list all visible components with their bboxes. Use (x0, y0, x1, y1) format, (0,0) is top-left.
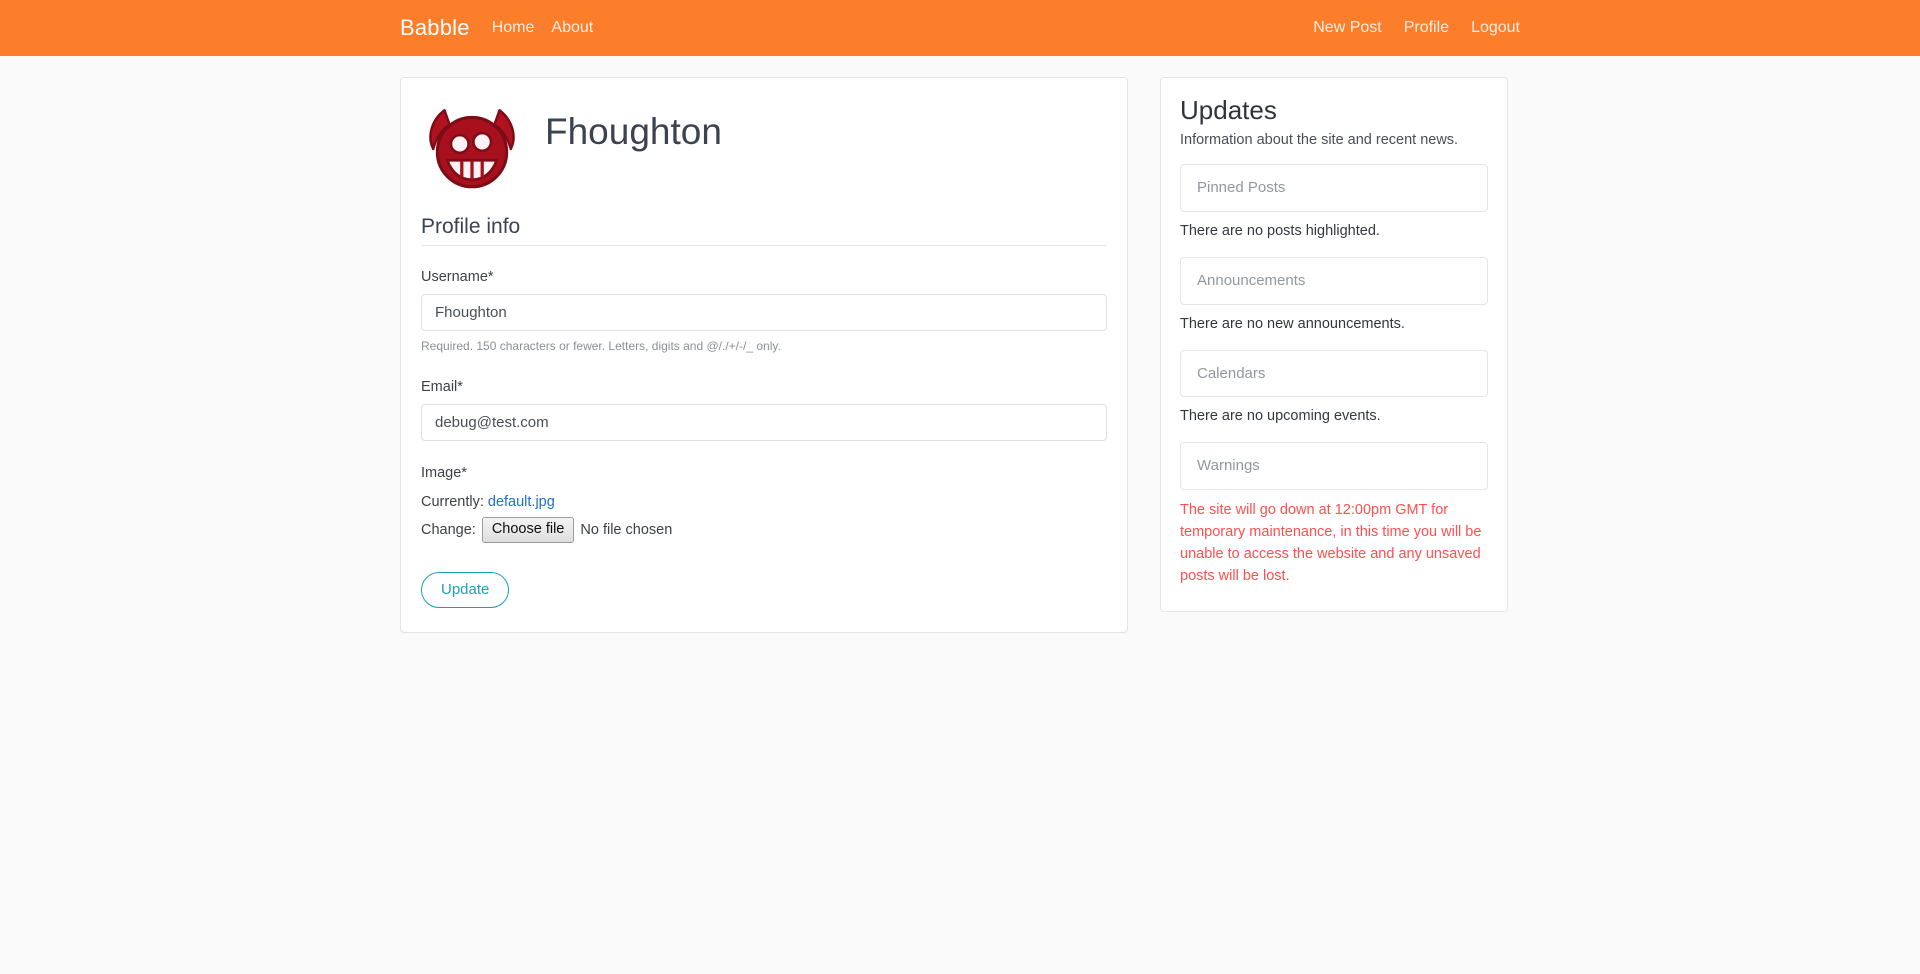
profile-card: Fhoughton Profile info Username* Require… (400, 77, 1128, 634)
image-label: Image* (421, 464, 467, 481)
updates-subtitle: Information about the site and recent ne… (1180, 132, 1459, 149)
sidebar-section-body-pinned-posts: There are no posts highlighted. (1180, 222, 1380, 239)
sidebar-section-header-announcements[interactable]: Announcements (1180, 257, 1488, 305)
change-label: Change: (421, 522, 476, 539)
email-input[interactable] (421, 403, 1107, 441)
no-file-chosen-text: No file chosen (580, 522, 673, 539)
username-input[interactable] (421, 294, 1107, 332)
devil-face-icon (429, 109, 515, 189)
nav-link-logout[interactable]: Logout (1471, 20, 1520, 36)
field-username: Username* Required. 150 characters or fe… (421, 268, 1107, 355)
field-image: Image* Currently: default.jpg Change: Ch… (421, 464, 1107, 544)
section-divider (421, 245, 1107, 247)
email-label: Email* (421, 378, 463, 395)
field-email: Email* (421, 378, 1107, 441)
sidebar-section-header-pinned-posts[interactable]: Pinned Posts (1180, 164, 1488, 212)
navbar-left-links: Home About (492, 20, 594, 36)
change-image-row: Change: Choose file No file chosen (421, 516, 1107, 544)
choose-file-button[interactable]: Choose file (481, 516, 575, 544)
update-button[interactable]: Update (421, 572, 510, 609)
sidebar-section-header-warnings[interactable]: Warnings (1180, 442, 1488, 490)
main-column: Fhoughton Profile info Username* Require… (400, 77, 1128, 634)
navbar-inner: Babble Home About New Post Profile Logou… (400, 0, 1520, 56)
sidebar-column: Updates Information about the site and r… (1160, 77, 1508, 612)
username-help-text: Required. 150 characters or fewer. Lette… (421, 339, 781, 354)
nav-link-about[interactable]: About (551, 20, 593, 36)
current-image-row: Currently: default.jpg (421, 490, 1107, 515)
section-title-profile-info: Profile info (421, 215, 521, 238)
updates-title: Updates (1180, 95, 1277, 125)
nav-link-profile[interactable]: Profile (1404, 20, 1449, 36)
nav-link-home[interactable]: Home (492, 20, 535, 36)
currently-label: Currently: (421, 493, 484, 510)
current-image-link[interactable]: default.jpg (488, 494, 555, 510)
username-label: Username* (421, 269, 494, 286)
nav-link-new-post[interactable]: New Post (1313, 20, 1381, 36)
brand-logo-babble[interactable]: Babble (400, 17, 470, 39)
profile-username-heading: Fhoughton (545, 111, 722, 152)
sidebar-section-body-warnings: The site will go down at 12:00pm GMT for… (1180, 501, 1482, 584)
updates-card: Updates Information about the site and r… (1160, 77, 1508, 612)
profile-header: Fhoughton (421, 96, 1107, 198)
sidebar-section-body-calendars: There are no upcoming events. (1180, 408, 1381, 425)
top-navbar: Babble Home About New Post Profile Logou… (0, 0, 1920, 56)
sidebar-section-header-calendars[interactable]: Calendars (1180, 349, 1488, 398)
page-container: Fhoughton Profile info Username* Require… (400, 56, 1520, 634)
navbar-right-links: New Post Profile Logout (1313, 20, 1520, 36)
sidebar-section-body-announcements: There are no new announcements. (1180, 315, 1405, 332)
